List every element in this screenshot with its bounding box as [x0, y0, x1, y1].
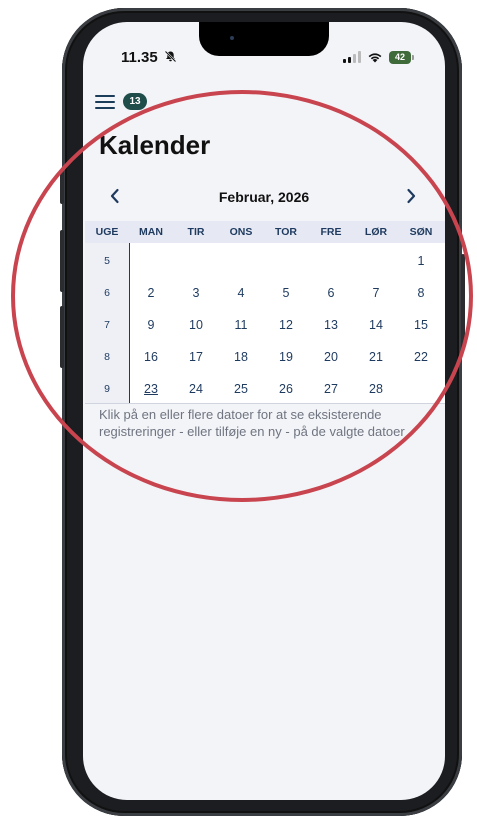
calendar-day[interactable]: 16: [131, 350, 171, 364]
calendar-day[interactable]: 15: [401, 318, 441, 332]
month-label: Februar, 2026: [218, 189, 310, 205]
calendar-day[interactable]: 19: [266, 350, 306, 364]
week-number: 8: [104, 351, 110, 363]
chevron-right-icon[interactable]: [401, 184, 421, 208]
camera-dot: [230, 36, 234, 40]
calendar-day[interactable]: 23: [131, 382, 171, 396]
calendar-day[interactable]: 24: [176, 382, 216, 396]
mute-switch: [60, 170, 64, 204]
weekday-header: ONS: [229, 226, 253, 238]
calendar-day[interactable]: 27: [311, 382, 351, 396]
calendar-day[interactable]: 7: [356, 286, 396, 300]
calendar-day[interactable]: 13: [311, 318, 351, 332]
weekday-header: TIR: [187, 226, 205, 238]
calendar-day[interactable]: 2: [131, 286, 171, 300]
hint-line: Klik på en eller flere datoer for at se …: [99, 407, 382, 422]
calendar-day[interactable]: 8: [401, 286, 441, 300]
calendar-day[interactable]: 28: [356, 382, 396, 396]
month-navigation: Februar, 2026: [83, 182, 445, 212]
calendar-grid: 5 1 6 2 3 4 5 6 7 8 7 9 10 11 12 13 14 15 8 16 17 18 19 20 21 22 9…: [85, 243, 445, 404]
calendar-day[interactable]: 18: [221, 350, 261, 364]
status-time: 11.35: [121, 49, 158, 66]
power-button: [461, 254, 465, 350]
calendar-hint-text: Klik på en eller flere datoer for at se …: [99, 406, 439, 440]
calendar-day[interactable]: 17: [176, 350, 216, 364]
calendar-header: UGE MAN TIR ONS TOR FRE LØR SØN: [85, 221, 445, 244]
calendar-day[interactable]: 25: [221, 382, 261, 396]
weekday-header: FRE: [320, 226, 342, 238]
app-screen: 11.35 42 13 Kalender Februar, 2026 UGE M…: [83, 22, 445, 800]
calendar-day[interactable]: 10: [176, 318, 216, 332]
week-column-header: UGE: [95, 226, 119, 238]
calendar-day[interactable]: 1: [401, 254, 441, 268]
bell-slash-icon: [164, 50, 177, 66]
calendar-day[interactable]: 4: [221, 286, 261, 300]
weekday-header: LØR: [364, 226, 388, 238]
status-indicators: 42: [343, 47, 414, 67]
wifi-icon: [368, 53, 382, 63]
calendar-day[interactable]: 21: [356, 350, 396, 364]
notification-badge[interactable]: 13: [123, 93, 147, 110]
notch: [199, 22, 329, 56]
calendar-day[interactable]: 22: [401, 350, 441, 364]
calendar-day[interactable]: 14: [356, 318, 396, 332]
week-number: 6: [104, 287, 110, 299]
calendar-day[interactable]: 26: [266, 382, 306, 396]
calendar-day[interactable]: 12: [266, 318, 306, 332]
calendar-day[interactable]: 9: [131, 318, 171, 332]
weekday-header: SØN: [409, 226, 433, 238]
weekday-header: MAN: [139, 226, 163, 238]
calendar-day[interactable]: 20: [311, 350, 351, 364]
volume-up-button: [60, 230, 64, 292]
calendar-day[interactable]: 3: [176, 286, 216, 300]
hamburger-menu-icon[interactable]: [95, 95, 117, 111]
week-number: 5: [104, 255, 110, 267]
calendar-day[interactable]: 6: [311, 286, 351, 300]
battery-icon: 42: [389, 50, 414, 64]
weekday-header: TOR: [275, 226, 297, 238]
calendar-day[interactable]: 11: [221, 318, 261, 332]
calendar-day[interactable]: 5: [266, 286, 306, 300]
page-title: Kalender: [99, 130, 211, 160]
week-number: 9: [104, 383, 110, 395]
week-number: 7: [104, 319, 110, 331]
hint-line: registreringer - eller tilføje en ny - p…: [99, 424, 405, 439]
volume-down-button: [60, 306, 64, 368]
signal-icon: [343, 51, 361, 63]
